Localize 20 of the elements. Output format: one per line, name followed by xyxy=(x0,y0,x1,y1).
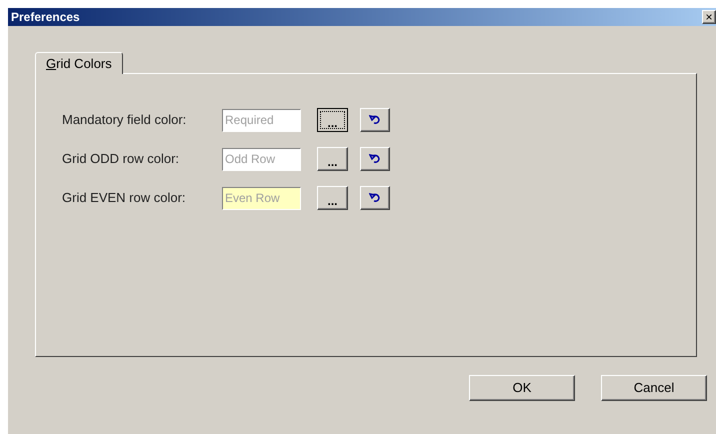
dialog-button[interactable]: OK xyxy=(469,375,575,401)
color-field[interactable]: Required xyxy=(222,108,301,132)
browse-button[interactable]: ... xyxy=(317,147,348,171)
undo-icon xyxy=(369,154,381,164)
field-label: Grid ODD row color: xyxy=(62,150,180,168)
window-title: Preferences xyxy=(11,9,80,26)
undo-icon xyxy=(369,115,381,125)
reset-button[interactable] xyxy=(360,108,390,132)
reset-button[interactable] xyxy=(360,147,390,171)
color-field[interactable]: Odd Row xyxy=(222,148,301,170)
tab[interactable]: Grid Colors xyxy=(35,52,123,74)
close-button[interactable]: × xyxy=(702,10,716,24)
browse-button[interactable]: ... xyxy=(317,108,348,132)
color-field[interactable]: Even Row xyxy=(222,186,301,210)
browse-button[interactable]: ... xyxy=(317,186,348,210)
dialog-button[interactable]: Cancel xyxy=(601,375,707,401)
field-label: Grid EVEN row color: xyxy=(62,189,187,208)
reset-button[interactable] xyxy=(360,186,390,210)
field-label: Mandatory field color: xyxy=(62,111,188,130)
undo-icon xyxy=(369,193,381,203)
